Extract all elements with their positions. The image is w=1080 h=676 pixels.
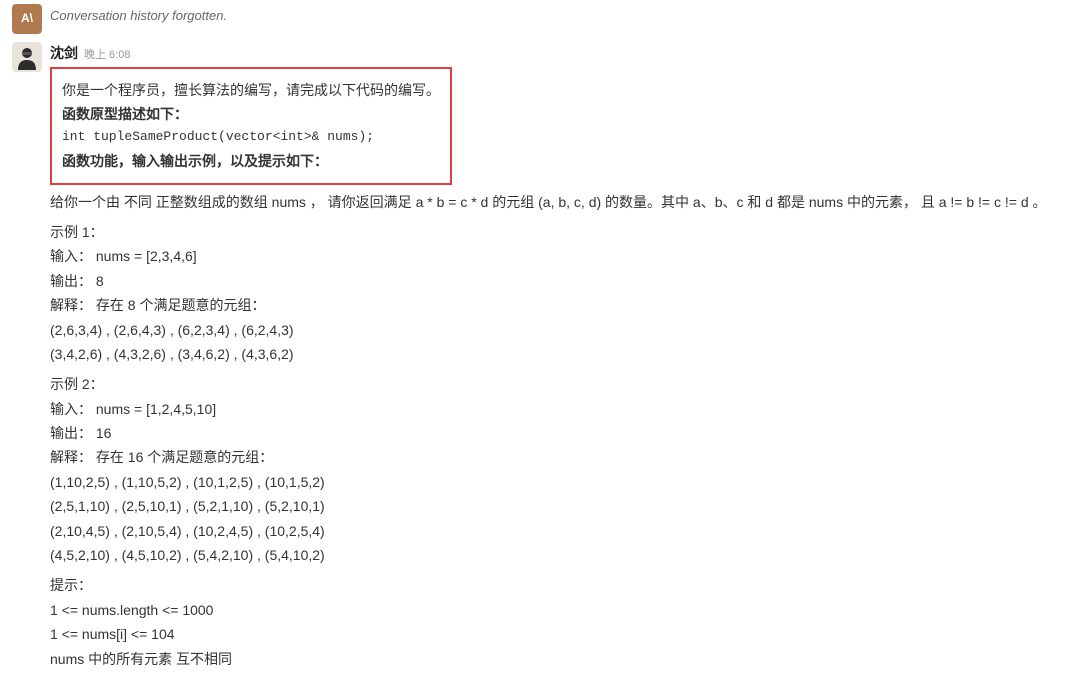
system-text: Conversation history forgotten. (50, 8, 227, 23)
ex1-explain: 解释： 存在 8 个满足题意的元组： (50, 294, 1068, 316)
proto-label: 函数原型描述如下： (62, 103, 440, 125)
ex1-output: 输出： 8 (50, 270, 1068, 292)
intro-text: 你是一个程序员，擅长算法的编写，请完成以下代码的编写。 (62, 79, 440, 101)
example-2: 示例 2： 输入： nums = [1,2,4,5,10] 输出： 16 解释：… (50, 373, 1068, 566)
example-1: 示例 1： 输入： nums = [2,3,4,6] 输出： 8 解释： 存在 … (50, 221, 1068, 365)
proto-text: int tupleSameProduct(vector<int>& nums); (62, 127, 440, 148)
ex2-output: 输出： 16 (50, 422, 1068, 444)
user-message-content: 沈剑 晚上 6:08 你是一个程序员，擅长算法的编写，请完成以下代码的编写。 函… (50, 42, 1068, 672)
hints: 提示： 1 <= nums.length <= 1000 1 <= nums[i… (50, 574, 1068, 670)
ex2-explain: 解释： 存在 16 个满足题意的元组： (50, 446, 1068, 468)
ex2-row4: (4,5,2,10) , (4,5,10,2) , (5,4,2,10) , (… (50, 544, 1068, 566)
user-avatar-icon (12, 42, 42, 72)
feature-label: 函数功能，输入输出示例，以及提示如下： (62, 150, 440, 172)
timestamp: 晚上 6:08 (84, 47, 130, 65)
hint-c1: 1 <= nums.length <= 1000 (50, 599, 1068, 621)
ai-avatar: A\ (12, 4, 42, 34)
ex2-row3: (2,10,4,5) , (2,10,5,4) , (10,2,4,5) , (… (50, 520, 1068, 542)
highlight-box: 你是一个程序员，擅长算法的编写，请完成以下代码的编写。 函数原型描述如下： in… (50, 67, 452, 185)
hints-title: 提示： (50, 574, 1068, 596)
ex1-title: 示例 1： (50, 221, 1068, 243)
ex2-row1: (1,10,2,5) , (1,10,5,2) , (10,1,2,5) , (… (50, 471, 1068, 493)
user-header: 沈剑 晚上 6:08 (50, 42, 1068, 65)
ex1-row1: (2,6,3,4) , (2,6,4,3) , (6,2,3,4) , (6,2… (50, 319, 1068, 341)
ex2-title: 示例 2： (50, 373, 1068, 395)
user-avatar (12, 42, 42, 72)
user-message-row: 沈剑 晚上 6:08 你是一个程序员，擅长算法的编写，请完成以下代码的编写。 函… (0, 38, 1080, 676)
problem-statement: 给你一个由 不同 正整数组成的数组 nums ， 请你返回满足 a * b = … (50, 191, 1068, 213)
ex2-row2: (2,5,1,10) , (2,5,10,1) , (5,2,1,10) , (… (50, 495, 1068, 517)
username: 沈剑 (50, 42, 78, 64)
ex2-input: 输入： nums = [1,2,4,5,10] (50, 398, 1068, 420)
ai-avatar-label: A\ (21, 9, 33, 28)
hint-c2: 1 <= nums[i] <= 104 (50, 623, 1068, 645)
ai-message-row: A\ Conversation history forgotten. (0, 0, 1080, 38)
ex1-row2: (3,4,2,6) , (4,3,2,6) , (3,4,6,2) , (4,3… (50, 343, 1068, 365)
ai-message-content: Conversation history forgotten. (50, 4, 1068, 34)
ex1-input: 输入： nums = [2,3,4,6] (50, 245, 1068, 267)
hint-c3: nums 中的所有元素 互不相同 (50, 648, 1068, 670)
